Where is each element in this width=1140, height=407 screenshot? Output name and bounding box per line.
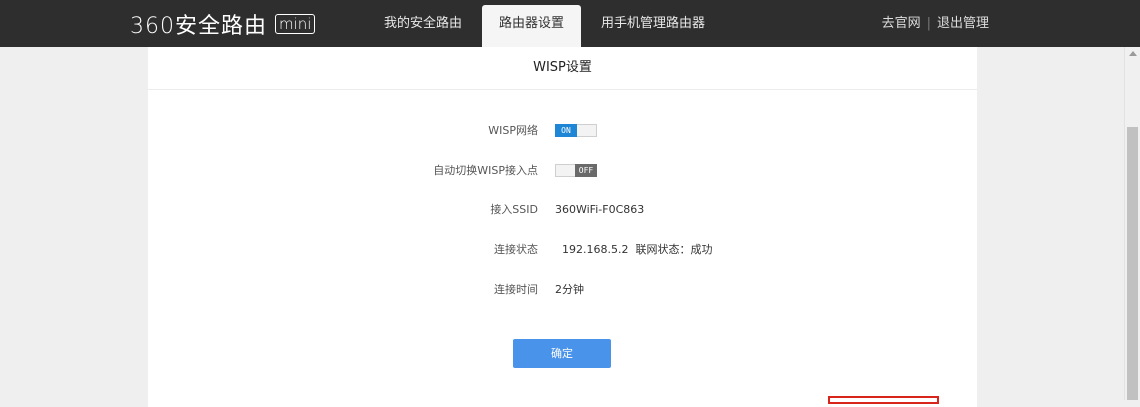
time-value: 2分钟 (555, 283, 584, 296)
toggle-state-on: ON (555, 124, 577, 137)
row-auto-switch: 自动切换WISP接入点 OFF (148, 161, 977, 181)
top-navigation-bar: 360安全路由 mini 我的安全路由 路由器设置 用手机管理路由器 去官网 |… (0, 0, 1140, 47)
status-label: 连接状态 (494, 243, 538, 256)
toggle-state-off: OFF (575, 164, 597, 177)
official-site-link[interactable]: 去官网 (882, 0, 921, 47)
brand-logo[interactable]: 360安全路由 mini (130, 12, 316, 39)
time-label: 连接时间 (494, 283, 538, 296)
row-connection-status: 连接状态 192.168.5.2 联网状态：成功 (148, 240, 977, 260)
main-nav: 我的安全路由 路由器设置 用手机管理路由器 (364, 0, 725, 47)
panel-title: WISP设置 (148, 47, 977, 90)
wisp-network-label: WISP网络 (488, 124, 538, 137)
tab-my-router[interactable]: 我的安全路由 (364, 0, 482, 47)
header-links: 去官网 | 退出管理 (882, 0, 989, 47)
row-wisp-network: WISP网络 ON (148, 121, 977, 141)
row-ssid: 接入SSID 360WiFi-F0C863 (148, 200, 977, 220)
wisp-network-toggle[interactable]: ON (555, 124, 597, 137)
logout-link[interactable]: 退出管理 (937, 0, 989, 47)
scroll-up-arrow-icon[interactable] (1129, 51, 1137, 56)
ssid-value: 360WiFi-F0C863 (555, 203, 645, 216)
tab-mobile-manage[interactable]: 用手机管理路由器 (581, 0, 725, 47)
auto-switch-toggle[interactable]: OFF (555, 164, 597, 177)
row-connection-time: 连接时间 2分钟 (148, 280, 977, 300)
wisp-settings-panel: WISP设置 WISP网络 ON 自动切换WISP接入点 OFF 接入SSID … (148, 47, 977, 407)
logo-text: 360安全路由 (130, 14, 267, 39)
link-separator: | (926, 16, 931, 31)
confirm-button[interactable]: 确定 (513, 339, 611, 368)
ssid-label: 接入SSID (490, 203, 538, 216)
auto-switch-label: 自动切换WISP接入点 (433, 164, 538, 177)
tab-router-settings[interactable]: 路由器设置 (482, 5, 582, 47)
logo-badge: mini (275, 14, 316, 34)
status-value: 192.168.5.2 联网状态：成功 (562, 243, 713, 256)
scrollbar-thumb[interactable] (1127, 127, 1138, 400)
highlight-annotation-box (828, 396, 939, 404)
vertical-scrollbar[interactable] (1124, 47, 1140, 400)
